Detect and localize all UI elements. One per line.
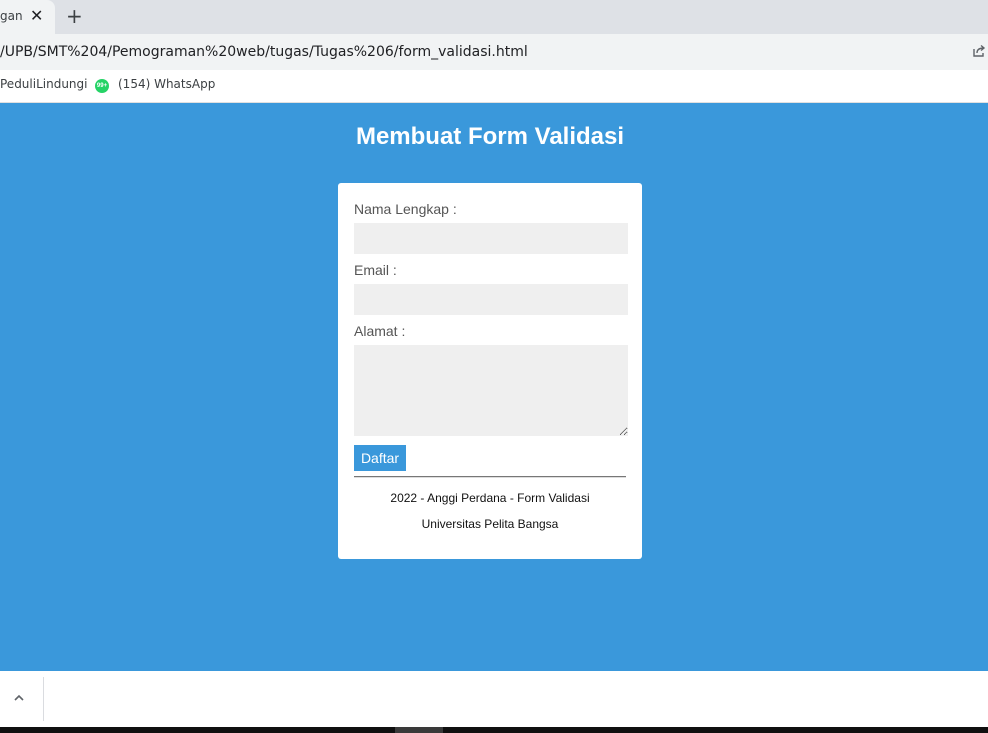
email-input[interactable] [354,284,628,315]
footer-university: Universitas Pelita Bangsa [421,517,559,531]
name-label: Nama Lengkap : [354,201,457,217]
tab-bar: gan ✕ + [0,0,988,34]
url-text[interactable]: /UPB/SMT%204/Pemograman%20web/tugas/Tuga… [0,44,528,60]
page-title: Membuat Form Validasi [355,123,625,150]
form-card: Nama Lengkap : Email : Alamat : Daftar 2… [338,183,642,559]
bookmark-pedulilindungi[interactable]: PeduliLindungi [0,77,88,91]
whatsapp-icon: 99+ [95,79,109,93]
name-input[interactable] [354,223,628,254]
tab-title: gan [0,9,22,23]
new-tab-icon[interactable]: + [66,4,83,28]
taskbar [0,727,988,733]
page-body: Membuat Form Validasi Nama Lengkap : Ema… [0,103,988,671]
footer-credit: 2022 - Anggi Perdana - Form Validasi [390,491,590,505]
address-label: Alamat : [354,323,406,339]
address-bar[interactable]: /UPB/SMT%204/Pemograman%20web/tugas/Tuga… [0,34,988,70]
email-label: Email : [354,262,397,278]
submit-button[interactable]: Daftar [354,445,406,471]
share-icon[interactable] [972,44,986,58]
address-textarea[interactable] [354,345,628,436]
divider [43,677,44,721]
download-bar [0,671,988,727]
bookmarks-bar: PeduliLindungi 99+ (154) WhatsApp [0,70,988,103]
chevron-up-icon[interactable] [12,691,26,705]
taskbar-active-item[interactable] [395,727,443,733]
browser-tab[interactable]: gan ✕ [0,0,55,34]
divider [354,476,626,477]
close-tab-icon[interactable]: ✕ [30,5,43,27]
bookmark-whatsapp[interactable]: (154) WhatsApp [118,77,215,91]
